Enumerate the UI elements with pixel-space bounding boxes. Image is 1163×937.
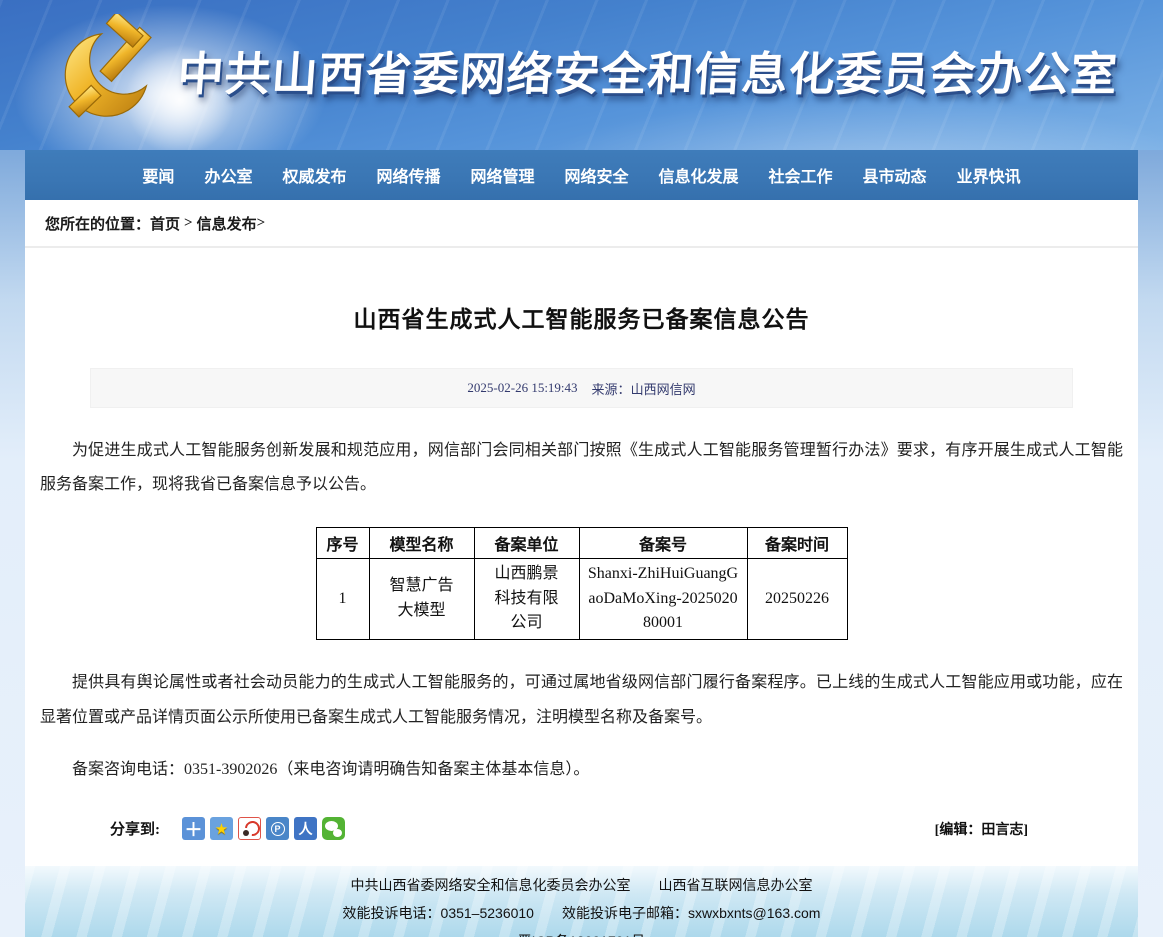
nav-item-办公室[interactable]: 办公室 bbox=[204, 163, 252, 187]
table-header-cell: 模型名称 bbox=[369, 527, 474, 558]
article-source: 来源：山西网信网 bbox=[592, 379, 696, 398]
qzone-star-icon-glyph: ★ bbox=[215, 820, 228, 838]
table-row: 1智慧广告大模型山西鹏景科技有限公司Shanxi-ZhiHuiGuangGaoD… bbox=[316, 558, 847, 639]
footer-icp[interactable]: 晋ICP备18001791号 bbox=[518, 931, 646, 937]
table-header-cell: 备案单位 bbox=[474, 527, 579, 558]
breadcrumb-home-link[interactable]: 首页 bbox=[150, 213, 180, 234]
source-link[interactable]: 山西网信网 bbox=[631, 382, 696, 397]
page: 中共山西省委网络安全和信息化委员会办公室 要闻 办公室 权威发布 网络传播 网络管理 网络… bbox=[0, 0, 1163, 937]
tencent-weibo-icon-glyph: P bbox=[271, 822, 285, 836]
paragraph-procedure: 提供具有舆论属性或者社会动员能力的生成式人工智能服务的，可通过属地省级网信部门履… bbox=[40, 666, 1123, 735]
nav-item-网络传播[interactable]: 网络传播 bbox=[376, 163, 440, 187]
table-header-row: 序号模型名称备案单位备案号备案时间 bbox=[316, 527, 847, 558]
nav-item-权威发布[interactable]: 权威发布 bbox=[282, 163, 346, 187]
nav-item-网络管理[interactable]: 网络管理 bbox=[470, 163, 534, 187]
nav-item-县市动态[interactable]: 县市动态 bbox=[863, 163, 927, 187]
table-cell: 20250226 bbox=[747, 558, 847, 639]
article-datetime: 2025-02-26 15:19:43 bbox=[467, 380, 577, 396]
records-table: 序号模型名称备案单位备案号备案时间 1智慧广告大模型山西鹏景科技有限公司Shan… bbox=[316, 527, 848, 640]
breadcrumb-prefix: 您所在的位置： bbox=[45, 213, 150, 234]
table-cell: 山西鹏景科技有限公司 bbox=[474, 558, 579, 639]
share-row: 分享到: ＋ ★ P人 [编辑：田言志] bbox=[40, 817, 1123, 840]
party-emblem-icon bbox=[52, 14, 170, 134]
footer-org-line: 中共山西省委网络安全和信息化委员会办公室 山西省互联网信息办公室 bbox=[351, 875, 813, 895]
editor-note: [编辑：田言志] bbox=[935, 819, 1028, 839]
nav-item-业界快讯[interactable]: 业界快讯 bbox=[957, 163, 1021, 187]
share-label: 分享到: bbox=[110, 818, 160, 839]
share-left: 分享到: ＋ ★ P人 bbox=[110, 817, 345, 840]
nav-item-社会工作[interactable]: 社会工作 bbox=[769, 163, 833, 187]
article-content: 山西省生成式人工智能服务已备案信息公告 2025-02-26 15:19:43 … bbox=[25, 248, 1138, 866]
table-header-cell: 序号 bbox=[316, 527, 369, 558]
tencent-weibo-icon[interactable]: P bbox=[266, 817, 289, 840]
wechat-icon[interactable] bbox=[322, 817, 345, 840]
breadcrumb-section-link[interactable]: 信息发布 bbox=[197, 213, 257, 234]
table-cell: 智慧广告大模型 bbox=[369, 558, 474, 639]
qzone-star-icon[interactable]: ★ bbox=[210, 817, 233, 840]
breadcrumb-separator: > bbox=[180, 215, 197, 232]
nav-item-要闻[interactable]: 要闻 bbox=[142, 163, 174, 187]
main-nav: 要闻 办公室 权威发布 网络传播 网络管理 网络安全 信息化发展 社会工作 县市动态 业界快讯 bbox=[25, 150, 1138, 200]
article-meta-bar: 2025-02-26 15:19:43 来源：山西网信网 bbox=[90, 368, 1073, 408]
breadcrumb: 您所在的位置： 首页 > 信息发布 > bbox=[25, 200, 1138, 248]
nav-item-信息化发展[interactable]: 信息化发展 bbox=[659, 163, 739, 187]
table-header-cell: 备案号 bbox=[579, 527, 747, 558]
renren-icon[interactable]: 人 bbox=[294, 817, 317, 840]
table-cell: Shanxi-ZhiHuiGuangGaoDaMoXing-2025020800… bbox=[579, 558, 747, 639]
site-title: 中共山西省委网络安全和信息化委员会办公室 bbox=[176, 38, 1141, 104]
paragraph-intro: 为促进生成式人工智能服务创新发展和规范应用，网信部门会同相关部门按照《生成式人工… bbox=[40, 434, 1123, 503]
article-title: 山西省生成式人工智能服务已备案信息公告 bbox=[40, 248, 1123, 334]
article-body: 为促进生成式人工智能服务创新发展和规范应用，网信部门会同相关部门按照《生成式人工… bbox=[40, 434, 1123, 787]
records-table-body: 1智慧广告大模型山西鹏景科技有限公司Shanxi-ZhiHuiGuangGaoD… bbox=[316, 558, 847, 639]
share-more-icon[interactable]: ＋ bbox=[182, 817, 205, 840]
records-table-head: 序号模型名称备案单位备案号备案时间 bbox=[316, 527, 847, 558]
site-footer: 中共山西省委网络安全和信息化委员会办公室 山西省互联网信息办公室 效能投诉电话：… bbox=[25, 866, 1138, 937]
share-more-icon-glyph: ＋ bbox=[185, 816, 203, 842]
nav-item-网络安全[interactable]: 网络安全 bbox=[565, 163, 629, 187]
renren-icon-glyph: 人 bbox=[299, 819, 313, 839]
sina-weibo-icon[interactable] bbox=[238, 817, 261, 840]
share-icons: ＋ ★ P人 bbox=[182, 817, 345, 840]
footer-contact-line: 效能投诉电话：0351–5236010 效能投诉电子邮箱：sxwxbxnts@1… bbox=[343, 903, 821, 923]
table-header-cell: 备案时间 bbox=[747, 527, 847, 558]
paragraph-contact: 备案咨询电话：0351-3902026（来电咨询请明确告知备案主体基本信息）。 bbox=[40, 753, 1123, 787]
table-cell: 1 bbox=[316, 558, 369, 639]
source-label: 来源： bbox=[592, 382, 631, 397]
breadcrumb-trailing: > bbox=[257, 215, 266, 232]
site-banner: 中共山西省委网络安全和信息化委员会办公室 bbox=[0, 0, 1163, 150]
